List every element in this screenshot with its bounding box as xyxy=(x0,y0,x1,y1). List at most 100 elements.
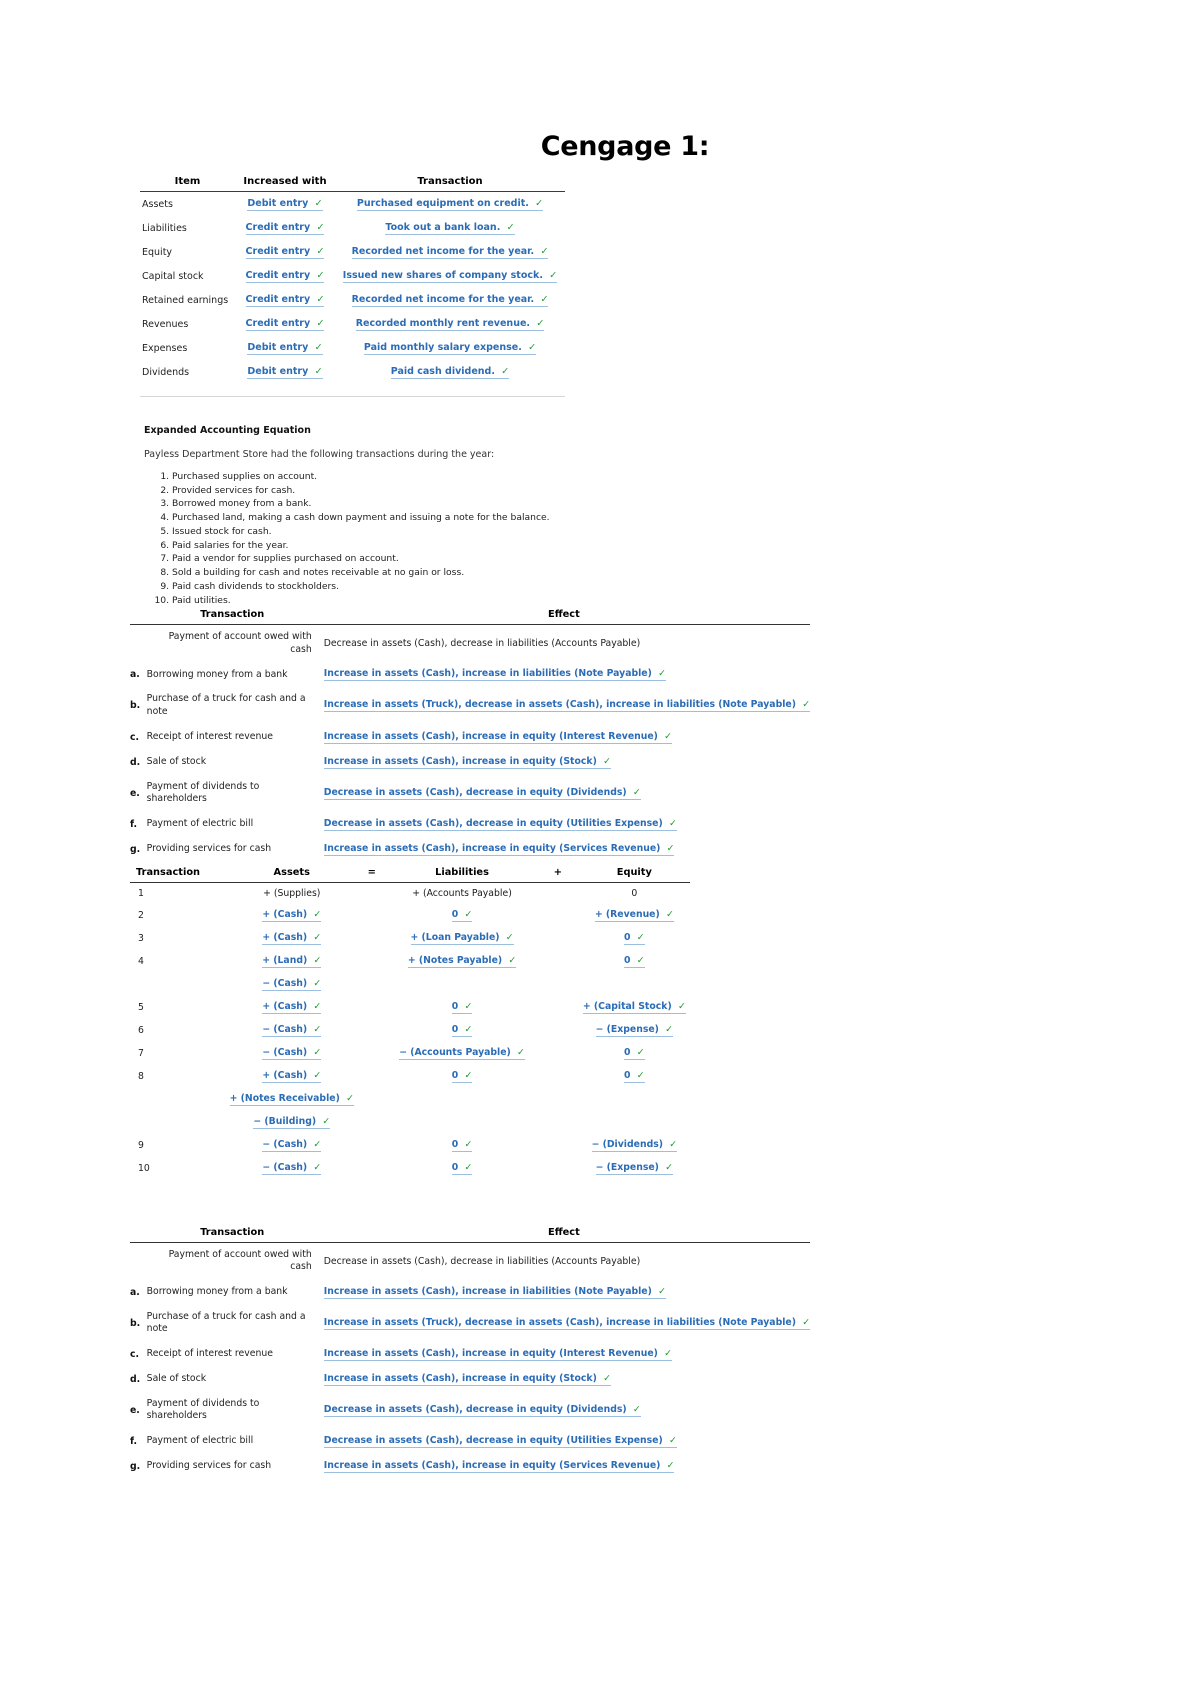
increased-with-value[interactable]: Credit entry ✓ xyxy=(245,270,325,283)
effect-value[interactable]: Increase in assets (Cash), increase in e… xyxy=(323,1348,672,1361)
increased-with-answer: Credit entry ✓ xyxy=(235,216,335,240)
transaction-text: Payment of dividends to shareholders xyxy=(146,1397,260,1422)
table-row: Capital stock Credit entry ✓ Issued new sh… xyxy=(140,264,565,288)
liabilities-value[interactable]: 0 ✓ xyxy=(451,1070,473,1083)
effect-answer: Increase in assets (Cash), increase in e… xyxy=(318,837,810,862)
transaction-number: 5 xyxy=(138,1001,144,1013)
transaction-number xyxy=(130,1111,227,1134)
equity-value[interactable]: 0 ✓ xyxy=(624,1047,645,1060)
transaction-value[interactable]: Recorded net income for the year. ✓ xyxy=(351,245,549,259)
liabilities-value[interactable]: + (Loan Payable) ✓ xyxy=(410,931,514,945)
assets-value[interactable]: + (Cash) ✓ xyxy=(262,1001,322,1014)
liabilities-value[interactable]: 0 ✓ xyxy=(451,1139,473,1152)
table-row: − (Cash) ✓ xyxy=(130,973,690,996)
liabilities-cell: 0 ✓ xyxy=(387,904,537,927)
liabilities-value[interactable]: − (Accounts Payable) ✓ xyxy=(399,1047,525,1060)
transaction-value[interactable]: Issued new shares of company stock. ✓ xyxy=(342,270,558,283)
row-label: d. xyxy=(130,1373,141,1385)
check-icon: ✓ xyxy=(636,1069,645,1081)
effect-value[interactable]: Increase in assets (Cash), increase in e… xyxy=(323,1460,675,1473)
plus-cell xyxy=(537,1157,579,1180)
transaction-value[interactable]: Paid cash dividend. ✓ xyxy=(390,366,510,379)
equity-cell xyxy=(579,973,690,996)
effect-value[interactable]: Increase in assets (Cash), increase in l… xyxy=(323,1286,666,1299)
check-icon: ✓ xyxy=(517,1046,525,1058)
liabilities-value[interactable]: 0 ✓ xyxy=(451,1162,473,1175)
transaction-value[interactable]: Recorded monthly rent revenue. ✓ xyxy=(355,318,545,331)
equity-cell: − (Expense) ✓ xyxy=(579,1157,690,1180)
example-transaction: Payment of account owed with cash xyxy=(168,1248,312,1273)
check-icon: ✓ xyxy=(658,668,666,680)
assets-value[interactable]: − (Cash) ✓ xyxy=(262,1024,322,1037)
assets-value[interactable]: + (Cash) ✓ xyxy=(262,909,322,922)
effect-value[interactable]: Decrease in assets (Cash), decrease in e… xyxy=(323,787,641,800)
assets-value[interactable]: − (Cash) ✓ xyxy=(262,978,322,991)
effect-value[interactable]: Increase in assets (Truck), decrease in … xyxy=(323,1317,810,1330)
equals-cell xyxy=(357,882,387,904)
check-icon: ✓ xyxy=(535,197,544,209)
equity-value[interactable]: + (Revenue) ✓ xyxy=(594,909,674,922)
liabilities-cell xyxy=(387,973,537,996)
equity-cell: + (Capital Stock) ✓ xyxy=(579,996,690,1019)
transaction-value[interactable]: Recorded net income for the year. ✓ xyxy=(351,294,549,307)
effect-value[interactable]: Decrease in assets (Cash), decrease in e… xyxy=(323,1404,641,1417)
effect-value[interactable]: Increase in assets (Truck), decrease in … xyxy=(323,699,810,713)
effect-value[interactable]: Increase in assets (Cash), increase in e… xyxy=(323,756,611,769)
increased-with-value[interactable]: Credit entry ✓ xyxy=(245,222,325,235)
equity-value[interactable]: − (Dividends) ✓ xyxy=(591,1138,678,1152)
assets-value[interactable]: + (Land) ✓ xyxy=(262,955,322,968)
liabilities-value[interactable]: 0 ✓ xyxy=(451,1001,473,1014)
equity-value[interactable]: 0 ✓ xyxy=(624,932,645,945)
assets-value[interactable]: + (Notes Receivable) ✓ xyxy=(229,1093,354,1106)
assets-value[interactable]: − (Building) ✓ xyxy=(253,1116,331,1129)
transaction-number: 7 xyxy=(138,1047,144,1059)
row-label: d. xyxy=(130,756,141,768)
list-item: Paid cash dividends to stockholders. xyxy=(172,581,844,593)
transaction-value[interactable]: Purchased equipment on credit. ✓ xyxy=(356,197,544,211)
effect-value[interactable]: Decrease in assets (Cash), decrease in e… xyxy=(323,1435,677,1448)
assets-value[interactable]: + (Cash) ✓ xyxy=(262,932,322,945)
effect-value[interactable]: Increase in assets (Cash), increase in l… xyxy=(323,668,666,682)
liabilities-cell: 0 ✓ xyxy=(387,1065,537,1088)
assets-value[interactable]: − (Cash) ✓ xyxy=(262,1162,322,1175)
check-icon: ✓ xyxy=(669,1138,678,1150)
col-header-transaction: Transaction xyxy=(130,865,227,883)
check-icon: ✓ xyxy=(316,317,325,329)
effect-value[interactable]: Decrease in assets (Cash), decrease in e… xyxy=(323,818,677,831)
row-label xyxy=(130,1242,147,1280)
check-icon: ✓ xyxy=(314,365,323,377)
assets-value[interactable]: + (Cash) ✓ xyxy=(262,1070,322,1083)
section-heading: Expanded Accounting Equation xyxy=(144,425,311,436)
transaction-value[interactable]: Took out a bank loan. ✓ xyxy=(385,222,515,235)
plus-cell xyxy=(537,1042,579,1065)
equity-cell: 0 ✓ xyxy=(579,1065,690,1088)
increased-with-value[interactable]: Credit entry ✓ xyxy=(245,246,325,259)
equals-cell xyxy=(357,996,387,1019)
liabilities-value[interactable]: 0 ✓ xyxy=(451,909,473,922)
increased-with-value[interactable]: Debit entry ✓ xyxy=(247,198,323,211)
liabilities-value[interactable]: 0 ✓ xyxy=(451,1024,473,1037)
assets-value[interactable]: − (Cash) ✓ xyxy=(262,1047,322,1060)
liabilities-value[interactable]: + (Notes Payable) ✓ xyxy=(407,955,517,968)
increased-with-value[interactable]: Debit entry ✓ xyxy=(247,342,323,355)
assets-value[interactable]: − (Cash) ✓ xyxy=(262,1139,322,1152)
transaction-value[interactable]: Paid monthly salary expense. ✓ xyxy=(363,342,537,355)
equity-value[interactable]: + (Capital Stock) ✓ xyxy=(582,1001,686,1014)
check-icon: ✓ xyxy=(505,931,514,943)
effect-value[interactable]: Increase in assets (Cash), increase in e… xyxy=(323,843,675,856)
effect-value[interactable]: Increase in assets (Cash), increase in e… xyxy=(323,1373,611,1386)
equity-value[interactable]: − (Expense) ✓ xyxy=(595,1162,673,1175)
equity-value[interactable]: 0 ✓ xyxy=(624,1070,645,1083)
increased-with-answer: Debit entry ✓ xyxy=(235,192,335,217)
increased-with-value[interactable]: Debit entry ✓ xyxy=(247,365,323,379)
table-row: f. Payment of electric bill Decrease in as… xyxy=(130,812,810,837)
check-icon: ✓ xyxy=(540,245,549,257)
row-label: a. xyxy=(130,669,140,681)
equity-value[interactable]: − (Expense) ✓ xyxy=(595,1024,673,1037)
transaction-text: Payment of electric bill xyxy=(146,817,254,829)
effect-value[interactable]: Increase in assets (Cash), increase in e… xyxy=(323,731,672,744)
increased-with-value[interactable]: Credit entry ✓ xyxy=(245,317,325,331)
increased-with-value[interactable]: Credit entry ✓ xyxy=(245,294,325,307)
item-label: Retained earnings xyxy=(142,294,229,306)
equity-value[interactable]: 0 ✓ xyxy=(624,955,645,968)
